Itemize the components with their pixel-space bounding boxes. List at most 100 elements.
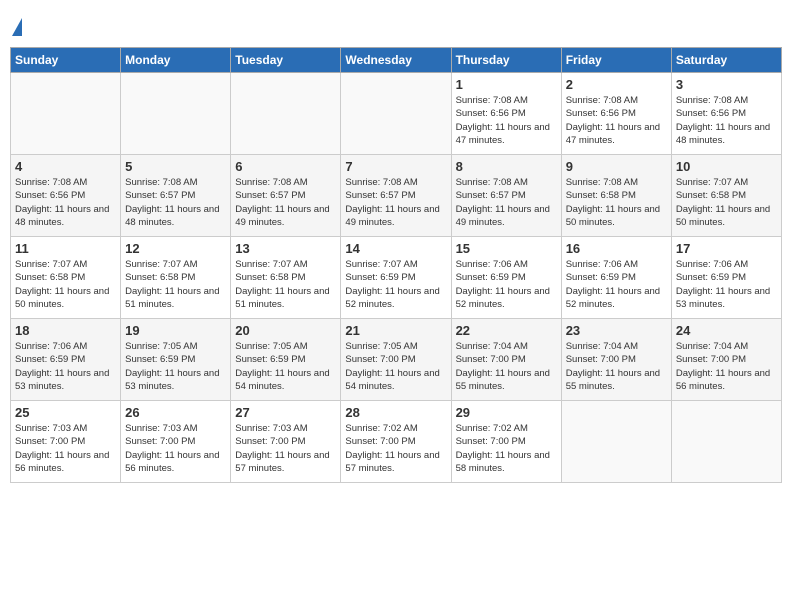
day-info: Sunrise: 7:04 AM Sunset: 7:00 PM Dayligh…: [566, 340, 667, 393]
day-number: 29: [456, 405, 557, 420]
page-header: [10, 10, 782, 39]
day-number: 26: [125, 405, 226, 420]
day-info: Sunrise: 7:02 AM Sunset: 7:00 PM Dayligh…: [456, 422, 557, 475]
day-cell: 28Sunrise: 7:02 AM Sunset: 7:00 PM Dayli…: [341, 401, 451, 483]
day-number: 27: [235, 405, 336, 420]
day-cell: [671, 401, 781, 483]
day-cell: 8Sunrise: 7:08 AM Sunset: 6:57 PM Daylig…: [451, 155, 561, 237]
header-sunday: Sunday: [11, 48, 121, 73]
day-number: 9: [566, 159, 667, 174]
day-cell: 16 Sunrise: 7:06 AM Sunset: 6:59 PM Dayli…: [561, 237, 671, 319]
day-info: Sunrise: 7:05 AM Sunset: 6:59 PM Dayligh…: [125, 340, 226, 393]
calendar-header-row: SundayMondayTuesdayWednesdayThursdayFrid…: [11, 48, 782, 73]
day-number: 2: [566, 77, 667, 92]
day-cell: [121, 73, 231, 155]
day-number: 13: [235, 241, 336, 256]
day-number: 25: [15, 405, 116, 420]
day-info: Sunrise: 7:08 AM Sunset: 6:57 PM Dayligh…: [345, 176, 446, 229]
day-info: Sunrise: 7:04 AM Sunset: 7:00 PM Dayligh…: [676, 340, 777, 393]
week-row-2: 4 Sunrise: 7:08 AM Sunset: 6:56 PM Daylig…: [11, 155, 782, 237]
day-number: 17: [676, 241, 777, 256]
day-cell: 5Sunrise: 7:08 AM Sunset: 6:57 PM Daylig…: [121, 155, 231, 237]
day-number: 18: [15, 323, 116, 338]
day-number: 23: [566, 323, 667, 338]
header-friday: Friday: [561, 48, 671, 73]
day-cell: 23 Sunrise: 7:04 AM Sunset: 7:00 PM Dayli…: [561, 319, 671, 401]
day-info: Sunrise: 7:08 AM Sunset: 6:57 PM Dayligh…: [235, 176, 336, 229]
day-info: Sunrise: 7:02 AM Sunset: 7:00 PM Dayligh…: [345, 422, 446, 475]
day-number: 19: [125, 323, 226, 338]
day-number: 7: [345, 159, 446, 174]
day-cell: 1 Sunrise: 7:08 AM Sunset: 6:56 PM Daylig…: [451, 73, 561, 155]
day-number: 14: [345, 241, 446, 256]
day-info: Sunrise: 7:06 AM Sunset: 6:59 PM Dayligh…: [566, 258, 667, 311]
day-cell: 15 Sunrise: 7:06 AM Sunset: 6:59 PM Dayli…: [451, 237, 561, 319]
day-info: Sunrise: 7:08 AM Sunset: 6:58 PM Dayligh…: [566, 176, 667, 229]
day-cell: [231, 73, 341, 155]
day-info: Sunrise: 7:06 AM Sunset: 6:59 PM Dayligh…: [456, 258, 557, 311]
day-info: Sunrise: 7:03 AM Sunset: 7:00 PM Dayligh…: [125, 422, 226, 475]
day-cell: 4 Sunrise: 7:08 AM Sunset: 6:56 PM Daylig…: [11, 155, 121, 237]
day-info: Sunrise: 7:07 AM Sunset: 6:58 PM Dayligh…: [125, 258, 226, 311]
day-number: 11: [15, 241, 116, 256]
day-cell: 19 Sunrise: 7:05 AM Sunset: 6:59 PM Dayli…: [121, 319, 231, 401]
day-number: 16: [566, 241, 667, 256]
calendar-table: SundayMondayTuesdayWednesdayThursdayFrid…: [10, 47, 782, 483]
day-info: Sunrise: 7:07 AM Sunset: 6:58 PM Dayligh…: [676, 176, 777, 229]
day-info: Sunrise: 7:08 AM Sunset: 6:56 PM Dayligh…: [15, 176, 116, 229]
day-info: Sunrise: 7:03 AM Sunset: 7:00 PM Dayligh…: [15, 422, 116, 475]
day-info: Sunrise: 7:08 AM Sunset: 6:56 PM Dayligh…: [456, 94, 557, 147]
day-info: Sunrise: 7:05 AM Sunset: 7:00 PM Dayligh…: [345, 340, 446, 393]
header-thursday: Thursday: [451, 48, 561, 73]
day-number: 15: [456, 241, 557, 256]
day-number: 22: [456, 323, 557, 338]
day-cell: [11, 73, 121, 155]
day-cell: 24 Sunrise: 7:04 AM Sunset: 7:00 PM Dayli…: [671, 319, 781, 401]
day-cell: 14 Sunrise: 7:07 AM Sunset: 6:59 PM Dayli…: [341, 237, 451, 319]
day-number: 21: [345, 323, 446, 338]
day-number: 8: [456, 159, 557, 174]
day-cell: 12 Sunrise: 7:07 AM Sunset: 6:58 PM Dayli…: [121, 237, 231, 319]
day-info: Sunrise: 7:05 AM Sunset: 6:59 PM Dayligh…: [235, 340, 336, 393]
day-cell: 21 Sunrise: 7:05 AM Sunset: 7:00 PM Dayli…: [341, 319, 451, 401]
header-tuesday: Tuesday: [231, 48, 341, 73]
day-cell: 17Sunrise: 7:06 AM Sunset: 6:59 PM Dayli…: [671, 237, 781, 319]
day-cell: 27 Sunrise: 7:03 AM Sunset: 7:00 PM Dayli…: [231, 401, 341, 483]
day-cell: 11 Sunrise: 7:07 AM Sunset: 6:58 PM Dayli…: [11, 237, 121, 319]
day-number: 4: [15, 159, 116, 174]
day-info: Sunrise: 7:08 AM Sunset: 6:56 PM Dayligh…: [676, 94, 777, 147]
day-number: 10: [676, 159, 777, 174]
day-cell: 29 Sunrise: 7:02 AM Sunset: 7:00 PM Dayli…: [451, 401, 561, 483]
day-info: Sunrise: 7:03 AM Sunset: 7:00 PM Dayligh…: [235, 422, 336, 475]
day-info: Sunrise: 7:08 AM Sunset: 6:57 PM Dayligh…: [125, 176, 226, 229]
logo-triangle-icon: [12, 18, 22, 36]
day-info: Sunrise: 7:07 AM Sunset: 6:58 PM Dayligh…: [235, 258, 336, 311]
week-row-1: 1 Sunrise: 7:08 AM Sunset: 6:56 PM Daylig…: [11, 73, 782, 155]
day-info: Sunrise: 7:08 AM Sunset: 6:56 PM Dayligh…: [566, 94, 667, 147]
day-number: 20: [235, 323, 336, 338]
day-info: Sunrise: 7:07 AM Sunset: 6:58 PM Dayligh…: [15, 258, 116, 311]
day-cell: 18Sunrise: 7:06 AM Sunset: 6:59 PM Dayli…: [11, 319, 121, 401]
day-number: 1: [456, 77, 557, 92]
day-cell: 6 Sunrise: 7:08 AM Sunset: 6:57 PM Daylig…: [231, 155, 341, 237]
day-cell: 9 Sunrise: 7:08 AM Sunset: 6:58 PM Daylig…: [561, 155, 671, 237]
day-number: 12: [125, 241, 226, 256]
day-cell: 10 Sunrise: 7:07 AM Sunset: 6:58 PM Dayli…: [671, 155, 781, 237]
header-monday: Monday: [121, 48, 231, 73]
day-info: Sunrise: 7:04 AM Sunset: 7:00 PM Dayligh…: [456, 340, 557, 393]
day-cell: 7 Sunrise: 7:08 AM Sunset: 6:57 PM Daylig…: [341, 155, 451, 237]
header-saturday: Saturday: [671, 48, 781, 73]
header-wednesday: Wednesday: [341, 48, 451, 73]
day-cell: 22 Sunrise: 7:04 AM Sunset: 7:00 PM Dayli…: [451, 319, 561, 401]
logo-text: [10, 16, 22, 39]
day-cell: 2 Sunrise: 7:08 AM Sunset: 6:56 PM Daylig…: [561, 73, 671, 155]
day-info: Sunrise: 7:07 AM Sunset: 6:59 PM Dayligh…: [345, 258, 446, 311]
day-number: 24: [676, 323, 777, 338]
day-cell: 13 Sunrise: 7:07 AM Sunset: 6:58 PM Dayli…: [231, 237, 341, 319]
day-number: 6: [235, 159, 336, 174]
day-cell: 26 Sunrise: 7:03 AM Sunset: 7:00 PM Dayli…: [121, 401, 231, 483]
day-cell: 20 Sunrise: 7:05 AM Sunset: 6:59 PM Dayli…: [231, 319, 341, 401]
day-number: 3: [676, 77, 777, 92]
day-cell: [561, 401, 671, 483]
week-row-5: 25 Sunrise: 7:03 AM Sunset: 7:00 PM Dayli…: [11, 401, 782, 483]
